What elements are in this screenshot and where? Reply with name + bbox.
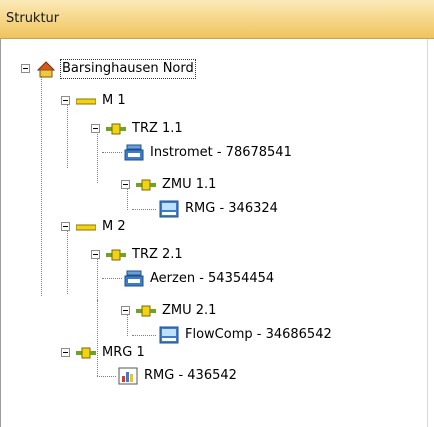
tree-node-aerzen[interactable]: Aerzen - 54354454 <box>124 269 276 289</box>
tree-node-zmu11[interactable]: ZMU 1.1 <box>136 175 218 195</box>
tree-connector <box>127 314 128 336</box>
tree-node-label: ZMU 2.1 <box>162 303 217 318</box>
collapse-toggle-m2[interactable] <box>61 222 70 231</box>
tree-connector <box>41 76 42 296</box>
collapse-toggle-trz11[interactable] <box>91 124 100 133</box>
tree-node-label: RMG - 436542 <box>144 368 237 383</box>
collapse-toggle-m1[interactable] <box>61 96 70 105</box>
tree-connector <box>67 105 68 168</box>
tree-node-root[interactable]: Barsinghausen Nord <box>36 59 196 79</box>
collapse-toggle-root[interactable] <box>21 64 30 73</box>
gas-meter-icon <box>124 270 144 287</box>
tree-view[interactable]: Barsinghausen Nord M 1 TRZ 1.1 Instromet… <box>0 0 427 427</box>
tree-node-label: Instromet - 78678541 <box>150 145 292 160</box>
collapse-toggle-zmu21[interactable] <box>121 306 130 315</box>
vertical-scrollbar-track[interactable] <box>427 39 434 427</box>
tree-node-label: TRZ 2.1 <box>132 247 183 262</box>
tree-connector <box>102 152 122 153</box>
yellow-bar-icon <box>76 98 96 105</box>
tree-connector <box>97 376 116 377</box>
tree-connector <box>97 300 98 376</box>
tree-node-label: FlowComp - 34686542 <box>185 327 332 342</box>
tree-node-trz21[interactable]: TRZ 2.1 <box>106 245 185 265</box>
collapse-toggle-trz21[interactable] <box>91 250 100 259</box>
tree-connector <box>102 278 122 279</box>
tree-node-label: M 2 <box>102 219 126 234</box>
tree-node-trz11[interactable]: TRZ 1.1 <box>106 119 185 139</box>
pipe-module-icon <box>136 305 156 317</box>
tree-connector <box>132 209 156 210</box>
tree-node-zmu21[interactable]: ZMU 2.1 <box>136 301 218 321</box>
pipe-module-icon <box>106 123 126 135</box>
tree-node-flowcomp[interactable]: FlowComp - 34686542 <box>159 325 334 345</box>
pipe-module-icon <box>76 347 96 359</box>
structure-panel: Struktur Barsinghausen Nord M 1 TRZ 1.1 … <box>0 0 434 427</box>
collapse-toggle-mrg1[interactable] <box>61 348 70 357</box>
house-icon <box>36 61 56 78</box>
tree-node-label: MRG 1 <box>102 345 145 360</box>
tree-connector <box>127 188 128 210</box>
tree-node-m2[interactable]: M 2 <box>76 217 128 237</box>
pipe-module-icon <box>106 249 126 261</box>
tree-node-rmg-1[interactable]: RMG - 346324 <box>159 199 280 219</box>
computer-icon <box>159 200 179 218</box>
tree-node-label: Aerzen - 54354454 <box>150 271 275 286</box>
collapse-toggle-zmu11[interactable] <box>121 180 130 189</box>
gas-meter-icon <box>124 144 144 161</box>
tree-connector <box>97 132 98 183</box>
computer-icon <box>159 326 179 344</box>
tree-node-rmg-2[interactable]: RMG - 436542 <box>118 366 239 386</box>
tree-connector <box>67 231 68 294</box>
tree-connector <box>132 335 156 336</box>
tree-node-label: Barsinghausen Nord <box>60 59 196 79</box>
tree-node-label: TRZ 1.1 <box>132 121 183 136</box>
pipe-module-icon <box>136 179 156 191</box>
tree-node-label: RMG - 346324 <box>185 201 278 216</box>
tree-node-label: ZMU 1.1 <box>162 177 217 192</box>
tree-node-label: M 1 <box>102 93 126 108</box>
tree-node-mrg1[interactable]: MRG 1 <box>76 343 147 363</box>
yellow-bar-icon <box>76 224 96 231</box>
tree-node-instromet[interactable]: Instromet - 78678541 <box>124 143 294 163</box>
bar-chart-icon <box>118 367 138 385</box>
tree-node-m1[interactable]: M 1 <box>76 91 128 111</box>
